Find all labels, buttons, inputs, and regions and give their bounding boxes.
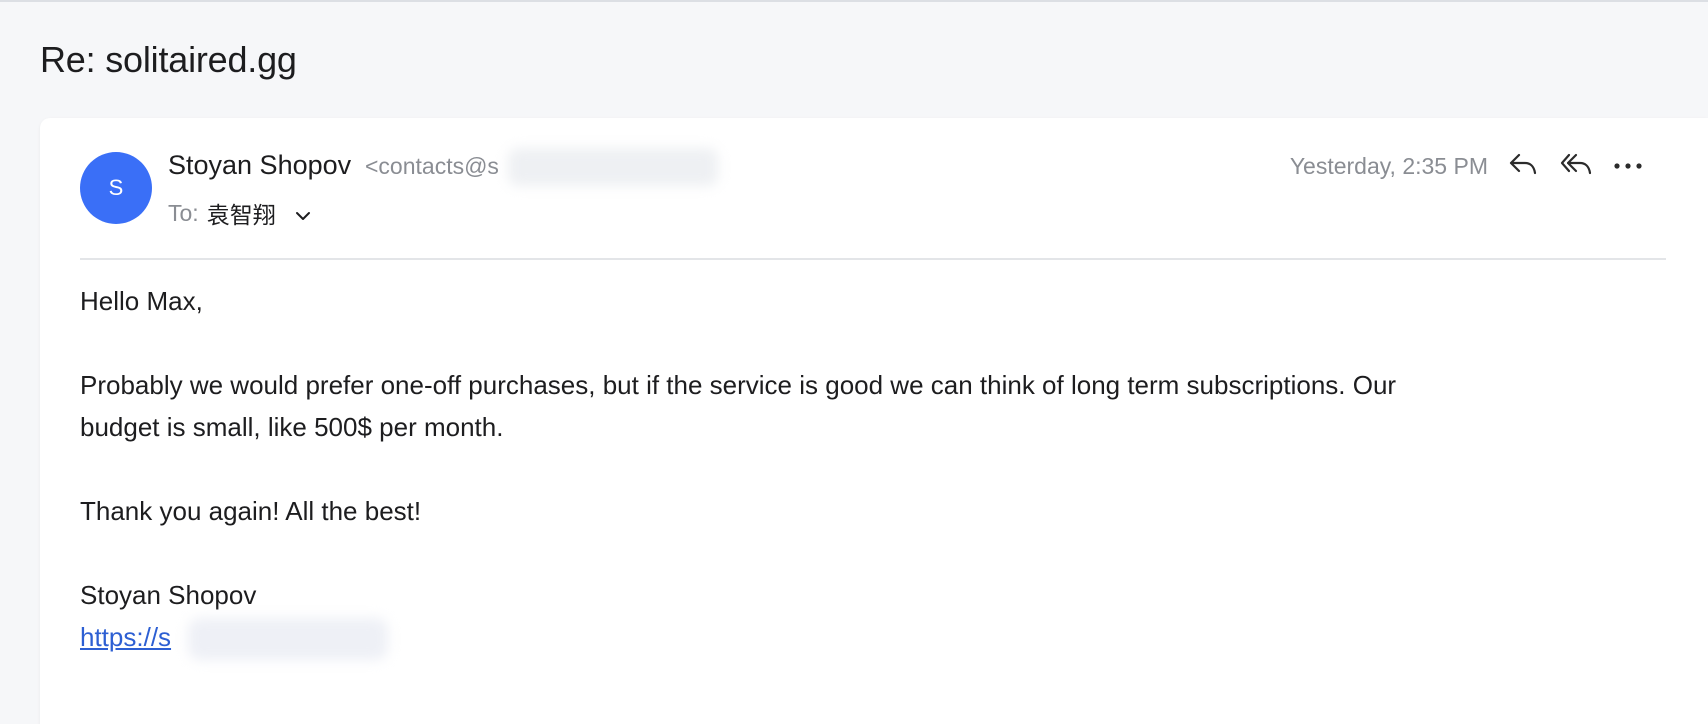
message-timestamp: Yesterday, 2:35 PM: [1289, 153, 1488, 179]
signature-link[interactable]: https://s: [80, 622, 171, 652]
signature-name: Stoyan Shopov: [80, 580, 257, 610]
to-label: To:: [168, 199, 199, 226]
body-greeting: Hello Max,: [80, 286, 203, 316]
header-divider: [80, 258, 1666, 260]
chevron-down-icon[interactable]: [294, 204, 312, 222]
signature-link-wrap: https://s: [80, 616, 388, 660]
reply-all-button[interactable]: [1558, 148, 1594, 184]
avatar-letter: S: [108, 175, 124, 200]
more-options-button[interactable]: [1610, 148, 1646, 184]
reply-all-icon: [1560, 151, 1592, 182]
recipient-name[interactable]: 袁智翔: [207, 196, 276, 230]
body-paragraph-line: Probably we would prefer one-off purchas…: [80, 370, 1397, 400]
message-body: Hello Max, Probably we would prefer one-…: [80, 280, 1660, 660]
reply-icon: [1508, 151, 1538, 182]
signature-link-line: https://s: [80, 616, 1660, 660]
body-thanks: Thank you again! All the best!: [80, 496, 422, 526]
window-top-border: [0, 0, 1708, 2]
redacted-link-blur: [188, 618, 388, 660]
more-icon: [1613, 157, 1643, 175]
sender-avatar[interactable]: S: [80, 152, 152, 224]
recipients-row: To: 袁智翔: [168, 198, 312, 228]
body-paragraph-line: budget is small, like 500$ per month.: [80, 412, 504, 442]
sender-email: <contacts@s: [365, 153, 499, 179]
reply-button[interactable]: [1505, 148, 1541, 184]
redacted-email-blur: [508, 148, 718, 186]
email-subject: Re: solitaired.gg: [40, 39, 297, 80]
message-card: S Stoyan Shopov <contacts@s To: 袁智翔 Yest…: [40, 118, 1708, 724]
sender-name[interactable]: Stoyan Shopov: [168, 148, 351, 182]
